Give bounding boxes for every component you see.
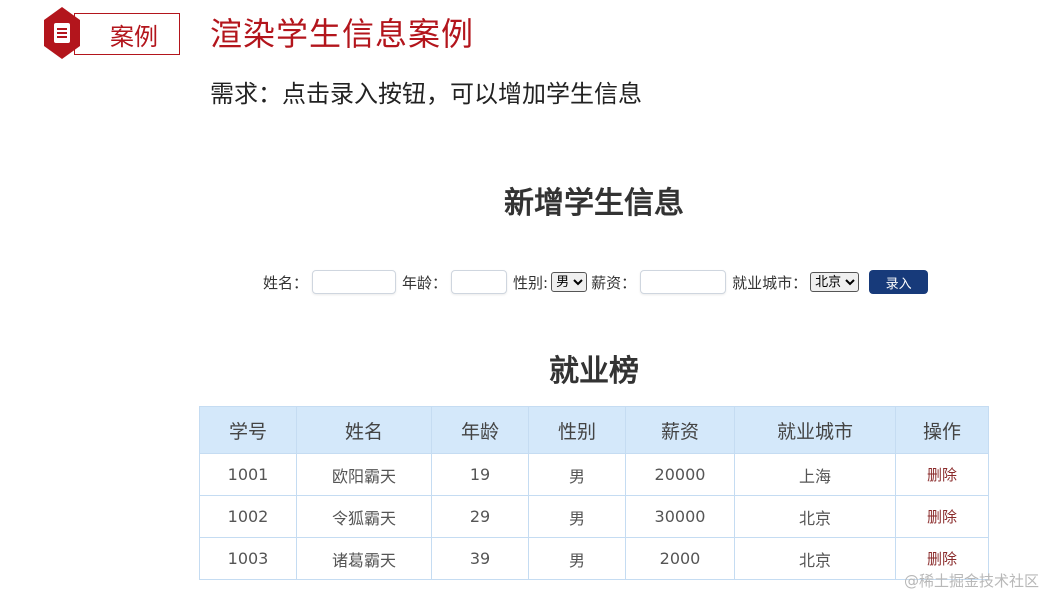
table-row: 1002 令狐霸天 29 男 30000 北京 删除 bbox=[199, 495, 989, 538]
cell-salary: 20000 bbox=[625, 453, 735, 496]
cell-name: 欧阳霸天 bbox=[296, 453, 432, 496]
cell-name: 令狐霸天 bbox=[296, 495, 432, 538]
case-badge-label: 案例 bbox=[110, 22, 158, 51]
cell-age: 29 bbox=[431, 495, 529, 538]
cell-name: 诸葛霸天 bbox=[296, 537, 432, 580]
city-select[interactable]: 北京 bbox=[810, 272, 860, 292]
column-header-salary: 薪资 bbox=[625, 406, 735, 454]
cell-city: 北京 bbox=[734, 537, 896, 580]
column-header-action: 操作 bbox=[895, 406, 989, 454]
case-badge: 案例 bbox=[74, 13, 180, 55]
salary-label: 薪资： bbox=[591, 273, 637, 292]
cell-salary: 2000 bbox=[625, 537, 735, 580]
student-table: 学号 姓名 年龄 性别 薪资 就业城市 操作 1001 欧阳霸天 19 男 20… bbox=[199, 406, 989, 580]
watermark-text: @稀土掘金技术社区 bbox=[903, 572, 1039, 590]
page-title: 渲染学生信息案例 bbox=[210, 15, 475, 53]
cell-salary: 30000 bbox=[625, 495, 735, 538]
cell-id: 1001 bbox=[199, 453, 297, 496]
column-header-name: 姓名 bbox=[296, 406, 432, 454]
table-row: 1003 诸葛霸天 39 男 2000 北京 删除 bbox=[199, 537, 989, 580]
cell-city: 上海 bbox=[734, 453, 896, 496]
cell-gender: 男 bbox=[528, 495, 626, 538]
cell-id: 1002 bbox=[199, 495, 297, 538]
cell-gender: 男 bbox=[528, 537, 626, 580]
table-row: 1001 欧阳霸天 19 男 20000 上海 删除 bbox=[199, 453, 989, 496]
cell-gender: 男 bbox=[528, 453, 626, 496]
requirement-text: 需求：点击录入按钮，可以增加学生信息 bbox=[210, 80, 642, 108]
column-header-city: 就业城市 bbox=[734, 406, 896, 454]
cell-city: 北京 bbox=[734, 495, 896, 538]
salary-input[interactable] bbox=[640, 270, 727, 294]
submit-button[interactable]: 录入 bbox=[869, 270, 929, 294]
cell-age: 19 bbox=[431, 453, 529, 496]
age-input[interactable] bbox=[451, 270, 508, 294]
cell-id: 1003 bbox=[199, 537, 297, 580]
delete-link[interactable]: 删除 bbox=[895, 453, 989, 496]
cell-age: 39 bbox=[431, 537, 529, 580]
name-label: 姓名： bbox=[263, 273, 309, 292]
employment-ranking-heading: 就业榜 bbox=[549, 354, 639, 389]
column-header-id: 学号 bbox=[199, 406, 297, 454]
gender-select[interactable]: 男 bbox=[551, 272, 588, 292]
name-input[interactable] bbox=[312, 270, 397, 294]
add-student-heading: 新增学生信息 bbox=[504, 186, 684, 221]
city-label: 就业城市： bbox=[732, 273, 808, 292]
student-form: 姓名： 年龄： 性别: 男 薪资： 就业城市： 北京 录入 bbox=[263, 268, 929, 296]
age-label: 年龄： bbox=[402, 273, 448, 292]
gender-label: 性别: bbox=[513, 273, 549, 292]
table-header-row: 学号 姓名 年龄 性别 薪资 就业城市 操作 bbox=[199, 406, 989, 454]
column-header-age: 年龄 bbox=[431, 406, 529, 454]
delete-link[interactable]: 删除 bbox=[895, 495, 989, 538]
column-header-gender: 性别 bbox=[528, 406, 626, 454]
